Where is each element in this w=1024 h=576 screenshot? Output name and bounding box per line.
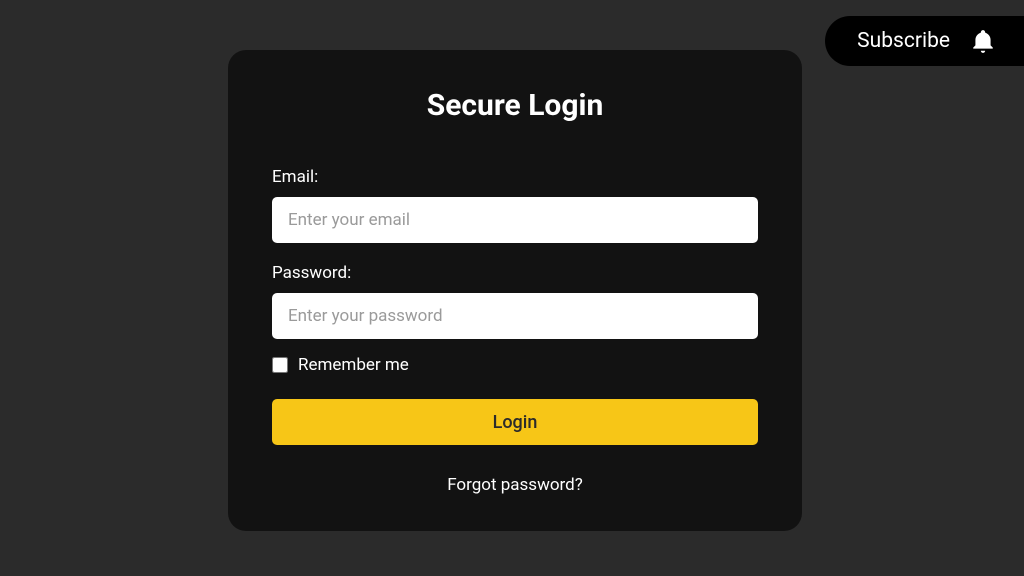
subscribe-label: Subscribe — [857, 29, 950, 53]
remember-me-row: Remember me — [272, 355, 758, 375]
email-field[interactable] — [272, 197, 758, 243]
subscribe-button[interactable]: Subscribe — [825, 16, 1024, 66]
email-label: Email: — [272, 167, 758, 187]
login-title: Secure Login — [272, 88, 758, 123]
password-field[interactable] — [272, 293, 758, 339]
bell-icon — [970, 28, 996, 54]
remember-me-checkbox[interactable] — [272, 357, 288, 373]
password-label: Password: — [272, 263, 758, 283]
login-card: Secure Login Email: Password: Remember m… — [228, 50, 802, 531]
login-button[interactable]: Login — [272, 399, 758, 445]
remember-me-label[interactable]: Remember me — [298, 355, 409, 375]
forgot-password-link[interactable]: Forgot password? — [272, 475, 758, 495]
